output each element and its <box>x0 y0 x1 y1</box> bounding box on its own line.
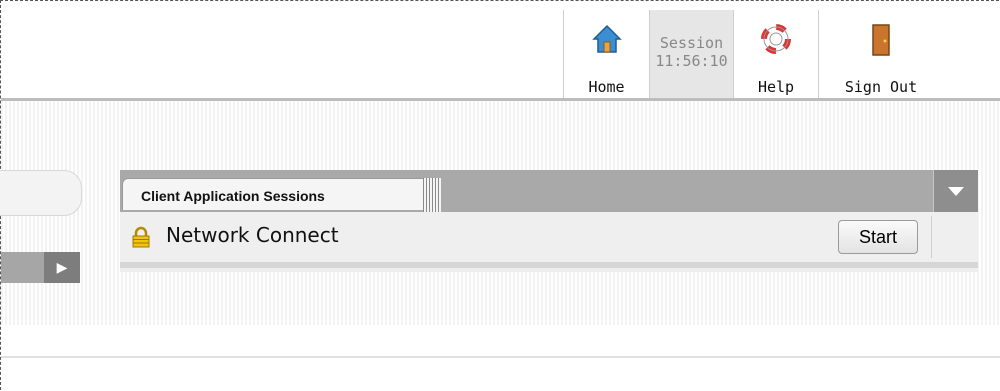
session-timer: Session 11:56:10 <box>649 10 733 100</box>
home-icon <box>591 24 622 53</box>
lifebuoy-icon <box>761 24 791 54</box>
help-label: Help <box>757 78 795 96</box>
left-bar-fill <box>1 252 44 283</box>
panel-header: Client Application Sessions <box>120 170 978 212</box>
home-nav-button[interactable]: Home <box>563 10 649 100</box>
left-panel-bar: ▶ <box>1 252 80 283</box>
tab-client-application-sessions[interactable]: Client Application Sessions <box>122 178 440 210</box>
help-nav-button[interactable]: Help <box>733 10 818 100</box>
signout-nav-button[interactable]: Sign Out <box>818 10 943 100</box>
top-nav: Home Session 11:56:10 Help Sign Out <box>563 10 943 100</box>
row-divider <box>931 216 932 258</box>
home-label: Home <box>588 78 625 96</box>
tab-grip[interactable] <box>423 178 441 212</box>
network-connect-label: Network Connect <box>166 223 339 247</box>
lock-icon <box>132 226 150 248</box>
client-app-sessions-panel: Client Application Sessions Network Conn… <box>120 170 978 272</box>
list-item: Network Connect Start <box>120 212 978 268</box>
chevron-right-icon: ▶ <box>56 259 68 276</box>
session-label: Session <box>659 34 724 52</box>
footer-divider <box>1 356 1000 358</box>
session-time: 11:56:10 <box>655 52 728 70</box>
expand-arrow-button[interactable]: ▶ <box>44 252 80 283</box>
panel-menu-dropdown[interactable] <box>933 170 978 212</box>
door-icon <box>872 24 890 56</box>
start-button[interactable]: Start <box>838 220 918 254</box>
left-pill-tab[interactable] <box>0 170 82 216</box>
signout-label: Sign Out <box>844 78 918 96</box>
